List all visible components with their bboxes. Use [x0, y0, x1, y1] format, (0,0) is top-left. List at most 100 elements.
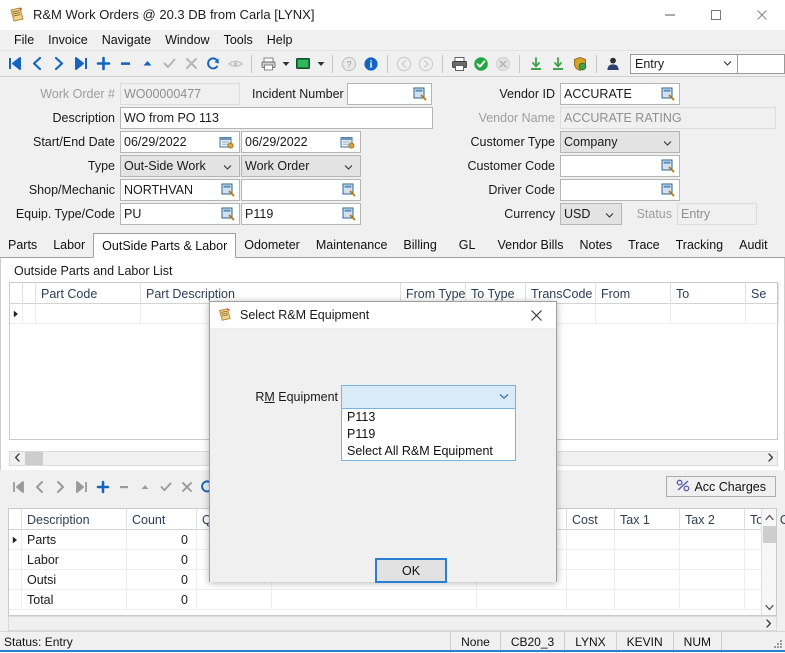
tab-billing[interactable]: Billing — [395, 233, 444, 257]
scroll-right-arrow-icon[interactable] — [763, 453, 777, 464]
column-header-description[interactable]: Description — [22, 509, 127, 530]
column-header-tax1[interactable]: Tax 1 — [615, 509, 680, 530]
delete-record-icon[interactable] — [114, 53, 136, 75]
cell-se[interactable] — [746, 304, 779, 324]
acc-charges-button[interactable]: Acc Charges — [666, 476, 776, 497]
cancel-row-icon[interactable] — [176, 476, 197, 497]
previous-row-icon[interactable] — [29, 476, 50, 497]
add-row-icon[interactable] — [92, 476, 113, 497]
preview-eye-icon[interactable] — [224, 53, 246, 75]
print-icon[interactable] — [257, 53, 279, 75]
type-primary-select[interactable]: Out-Side Work — [120, 155, 240, 177]
post-record-icon[interactable] — [158, 53, 180, 75]
lookup-icon[interactable] — [221, 207, 235, 221]
cell-description[interactable]: Parts — [22, 530, 127, 550]
end-date-field[interactable]: 06/29/2022 — [241, 131, 361, 153]
first-record-icon[interactable] — [4, 53, 26, 75]
tab-trace[interactable]: Trace — [620, 233, 668, 257]
calendar-icon[interactable] — [340, 135, 355, 150]
cell-cost[interactable] — [567, 570, 615, 590]
driver-code-field[interactable] — [560, 179, 680, 201]
tab-maintenance[interactable]: Maintenance — [308, 233, 396, 257]
cell-cost[interactable] — [567, 590, 615, 610]
cell-tax2[interactable] — [680, 530, 745, 550]
lookup-icon[interactable] — [661, 183, 675, 197]
minimize-button[interactable] — [647, 0, 693, 30]
cell-blank-1[interactable] — [272, 590, 477, 610]
first-row-icon[interactable] — [8, 476, 29, 497]
cell-description[interactable]: Total — [22, 590, 127, 610]
lookup-icon[interactable] — [661, 87, 675, 101]
help-icon[interactable]: ? — [338, 53, 360, 75]
cell-part-code[interactable] — [36, 304, 141, 324]
info-icon[interactable]: i — [360, 53, 382, 75]
column-header-from[interactable]: From — [596, 283, 671, 304]
screen-chevron-down-icon[interactable] — [314, 61, 327, 67]
tab-odometer[interactable]: Odometer — [236, 233, 308, 257]
screen-icon[interactable] — [292, 53, 314, 75]
cell-from[interactable] — [596, 304, 671, 324]
cell-to[interactable] — [671, 304, 746, 324]
cell-description[interactable]: Outsi — [22, 570, 127, 590]
tab-custom[interactable]: Cu — [776, 233, 782, 257]
forward-icon[interactable] — [415, 53, 437, 75]
cell-tax2[interactable] — [680, 550, 745, 570]
lookup-icon[interactable] — [342, 183, 356, 197]
tab-vendor-bills[interactable]: Vendor Bills — [489, 233, 571, 257]
customer-type-select[interactable]: Company — [560, 131, 680, 153]
tab-tracking[interactable]: Tracking — [668, 233, 731, 257]
previous-record-icon[interactable] — [26, 53, 48, 75]
customer-code-field[interactable] — [560, 155, 680, 177]
vertical-scroll-thumb[interactable] — [763, 526, 776, 543]
start-date-field[interactable]: 06/29/2022 — [120, 131, 240, 153]
close-button[interactable] — [739, 0, 785, 30]
dropdown-option-p113[interactable]: P113 — [342, 409, 515, 426]
delete-row-icon[interactable] — [113, 476, 134, 497]
lookup-icon[interactable] — [661, 159, 675, 173]
column-header-tax2[interactable]: Tax 2 — [680, 509, 745, 530]
tab-gl[interactable]: GL — [445, 233, 490, 257]
rm-equipment-dropdown-list[interactable]: P113 P119 Select All R&M Equipment — [341, 408, 516, 461]
cell-tax2[interactable] — [680, 590, 745, 610]
approve-icon[interactable] — [470, 53, 492, 75]
void-icon[interactable] — [492, 53, 514, 75]
cell-tax1[interactable] — [615, 530, 680, 550]
menu-file[interactable]: File — [7, 31, 41, 49]
post-row-icon[interactable] — [155, 476, 176, 497]
column-header-se[interactable]: Se — [746, 283, 779, 304]
tab-parts[interactable]: Parts — [0, 233, 45, 257]
equip-code-field[interactable]: P119 — [241, 203, 361, 225]
type-secondary-select[interactable]: Work Order — [241, 155, 361, 177]
cell-quantity[interactable] — [197, 590, 272, 610]
menu-window[interactable]: Window — [158, 31, 216, 49]
currency-select[interactable]: USD — [560, 203, 622, 225]
shop-field[interactable]: NORTHVAN — [120, 179, 240, 201]
summary-vertical-scrollbar[interactable] — [761, 509, 776, 615]
dialog-close-icon[interactable] — [516, 302, 556, 329]
menu-help[interactable]: Help — [260, 31, 300, 49]
cell-cost[interactable] — [567, 550, 615, 570]
column-header-to[interactable]: To — [671, 283, 746, 304]
last-row-icon[interactable] — [71, 476, 92, 497]
cell-description[interactable]: Labor — [22, 550, 127, 570]
import-icon[interactable] — [525, 53, 547, 75]
cell-count[interactable]: 0 — [127, 550, 197, 570]
toolbar-extra-field[interactable] — [738, 54, 785, 74]
back-icon[interactable] — [393, 53, 415, 75]
calendar-icon[interactable] — [219, 135, 234, 150]
table-row[interactable]: Total 0 — [9, 590, 776, 610]
edit-row-icon[interactable] — [134, 476, 155, 497]
toolbar-status-combo[interactable]: Entry — [630, 54, 738, 74]
horizontal-scroll-thumb[interactable] — [25, 452, 43, 465]
cell-cost[interactable] — [567, 530, 615, 550]
equip-type-field[interactable]: PU — [120, 203, 240, 225]
dropdown-option-select-all[interactable]: Select All R&M Equipment — [342, 443, 515, 460]
next-row-icon[interactable] — [50, 476, 71, 497]
next-record-icon[interactable] — [48, 53, 70, 75]
tab-audit[interactable]: Audit — [731, 233, 776, 257]
cell-count[interactable]: 0 — [127, 530, 197, 550]
incident-number-field[interactable] — [347, 83, 432, 105]
maximize-button[interactable] — [693, 0, 739, 30]
rm-equipment-select[interactable] — [341, 385, 516, 409]
tab-notes[interactable]: Notes — [571, 233, 620, 257]
